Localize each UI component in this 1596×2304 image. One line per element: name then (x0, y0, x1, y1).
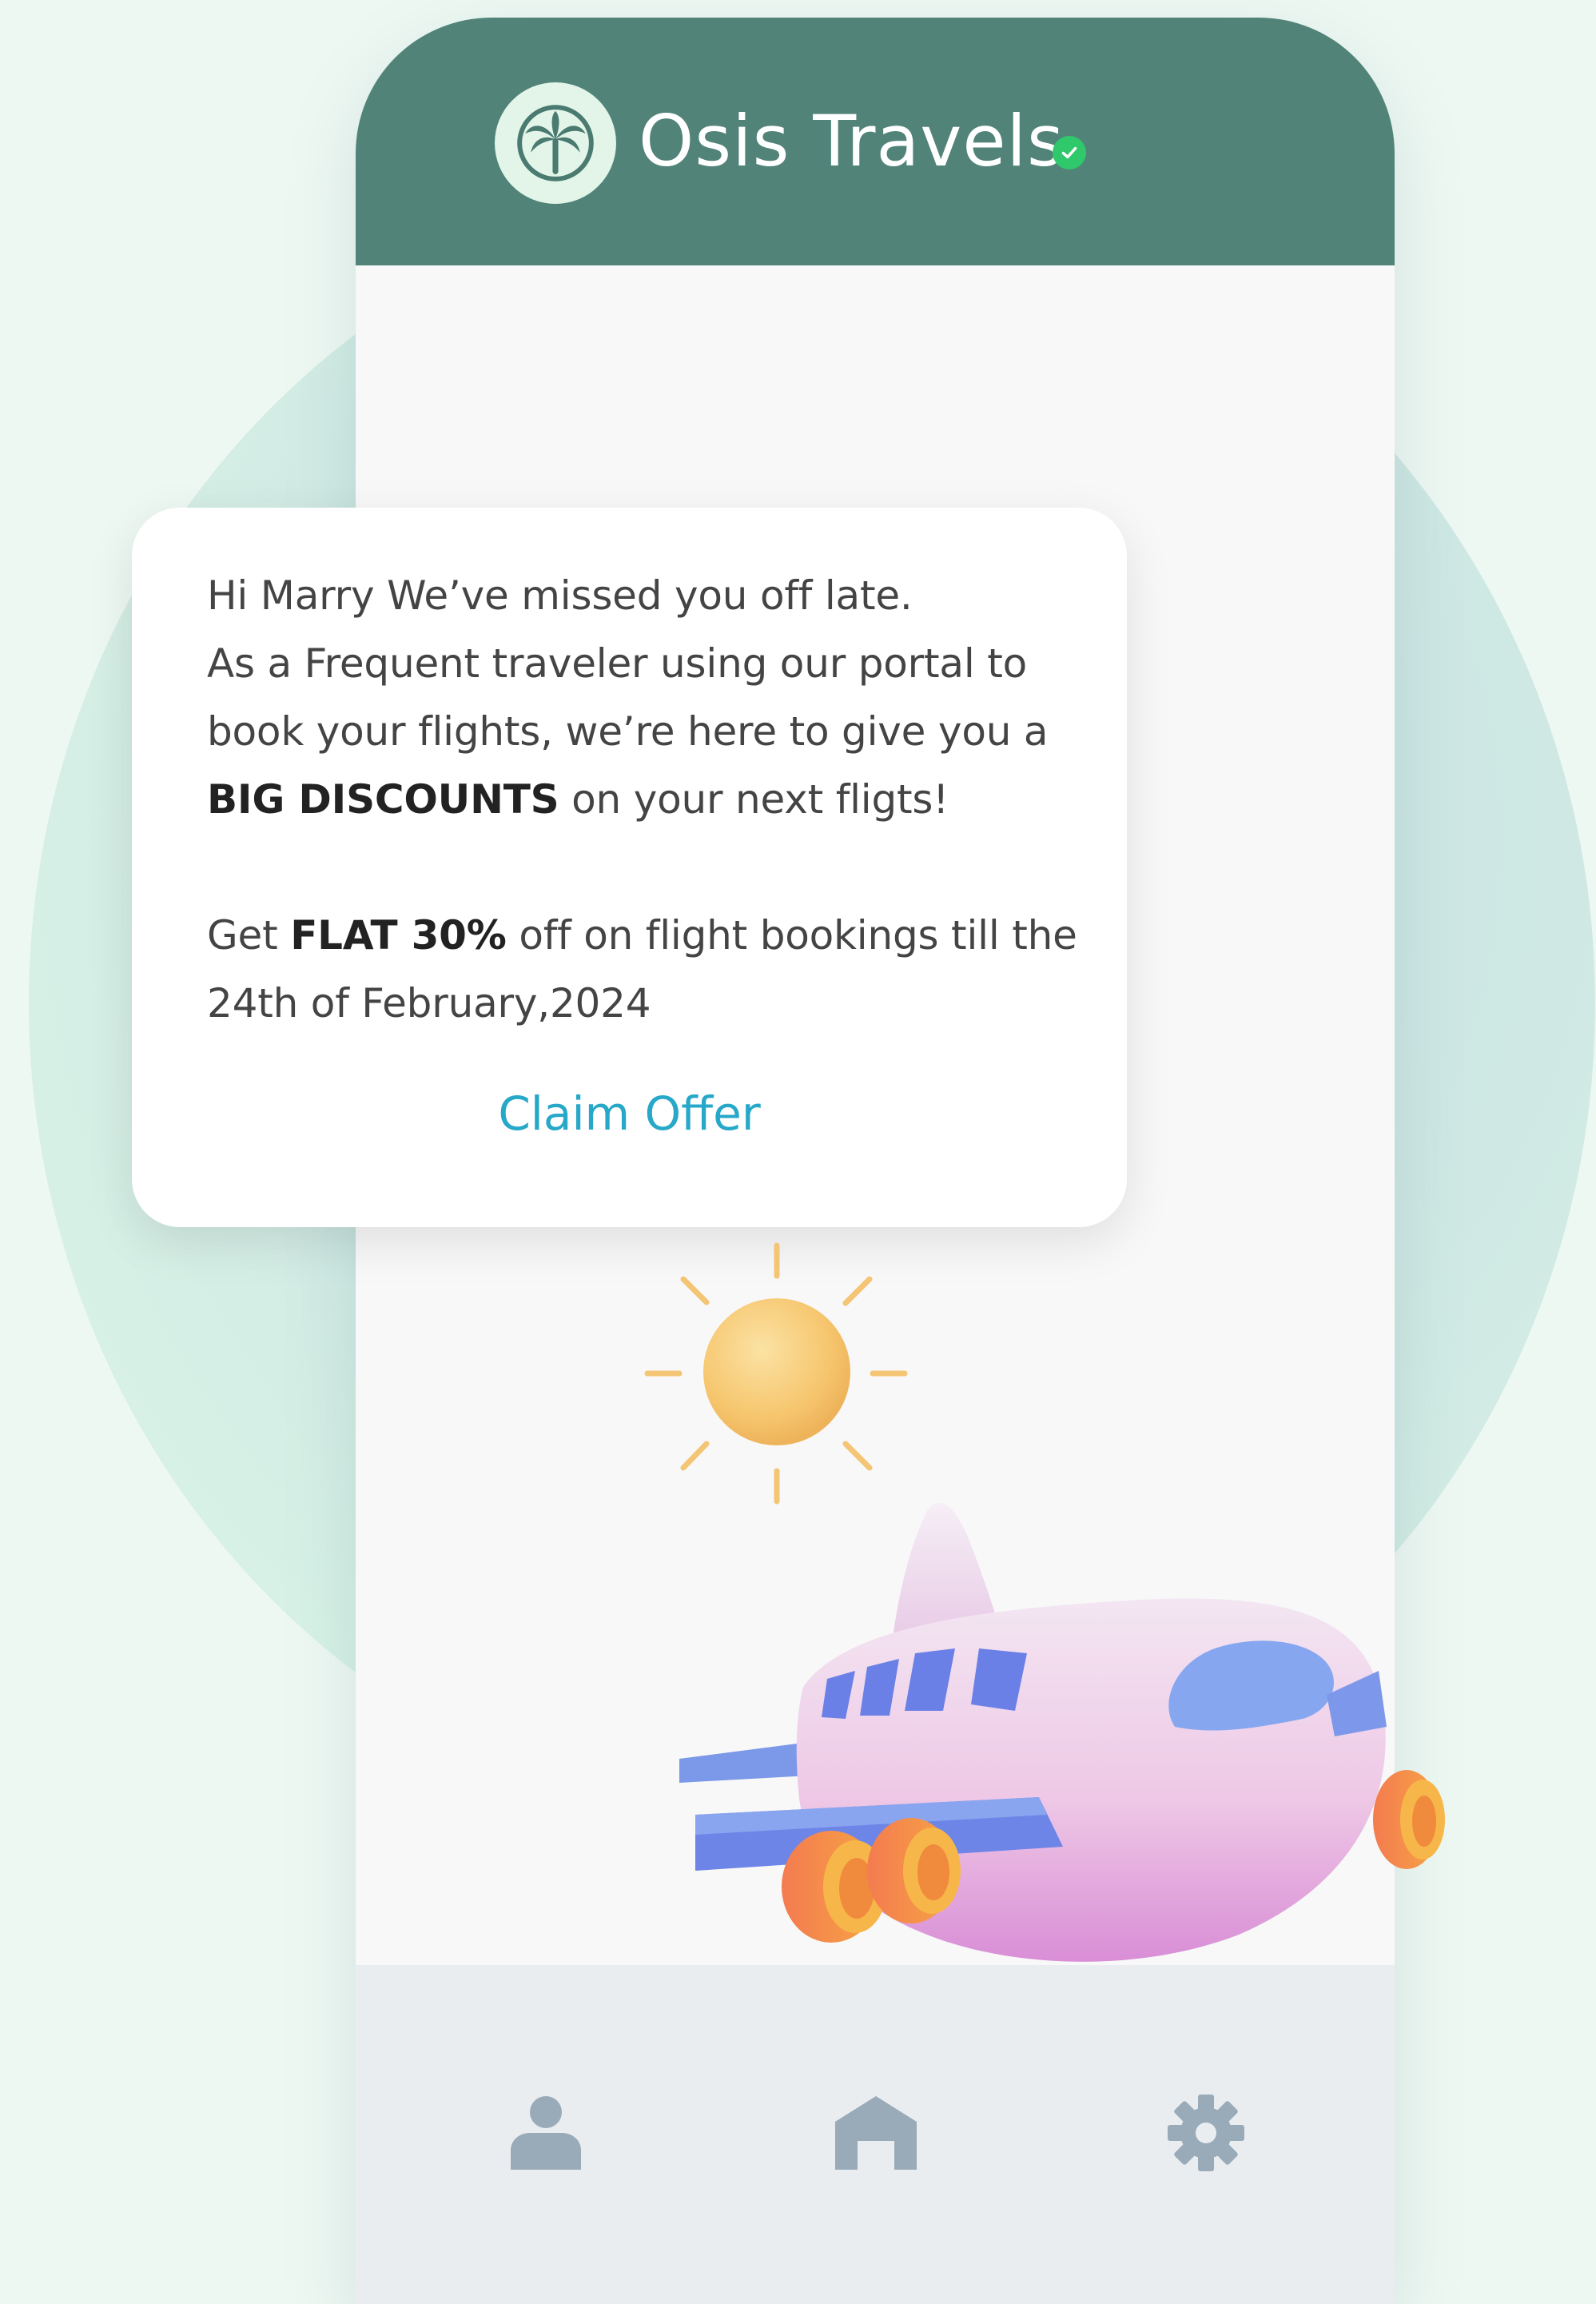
message-line: book your flights, we’re here to give yo… (207, 708, 1049, 755)
verified-badge-icon (1053, 136, 1086, 169)
offer-highlight: FLAT 30% (290, 912, 507, 959)
message-line: BIG DISCOUNTS on your next fligts! (207, 776, 949, 823)
offer-card: Hi Marry We’ve missed you off late. As a… (132, 508, 1127, 1227)
nav-settings-gear-icon[interactable] (1166, 2093, 1246, 2173)
nav-profile-user-icon[interactable] (506, 2093, 586, 2173)
claim-offer-button[interactable]: Claim Offer (132, 1082, 1127, 1146)
offer-message: Hi Marry We’ve missed you off late. As a… (207, 562, 1086, 1038)
message-line: As a Frequent traveler using our portal … (207, 640, 1028, 687)
offer-line: Get FLAT 30% off on flight bookings till… (207, 912, 1077, 959)
offer-deadline: 24th of February,2024 (207, 980, 651, 1026)
app-header: Osis Travels (356, 18, 1395, 265)
nav-home-icon[interactable] (832, 2093, 920, 2173)
airplane-illustration (663, 1439, 1542, 2015)
discount-highlight: BIG DISCOUNTS (207, 776, 559, 823)
greeting-line: Hi Marry We’ve missed you off late. (207, 572, 913, 619)
app-title: Osis Travels (639, 100, 1065, 182)
palm-tree-icon (495, 82, 616, 204)
